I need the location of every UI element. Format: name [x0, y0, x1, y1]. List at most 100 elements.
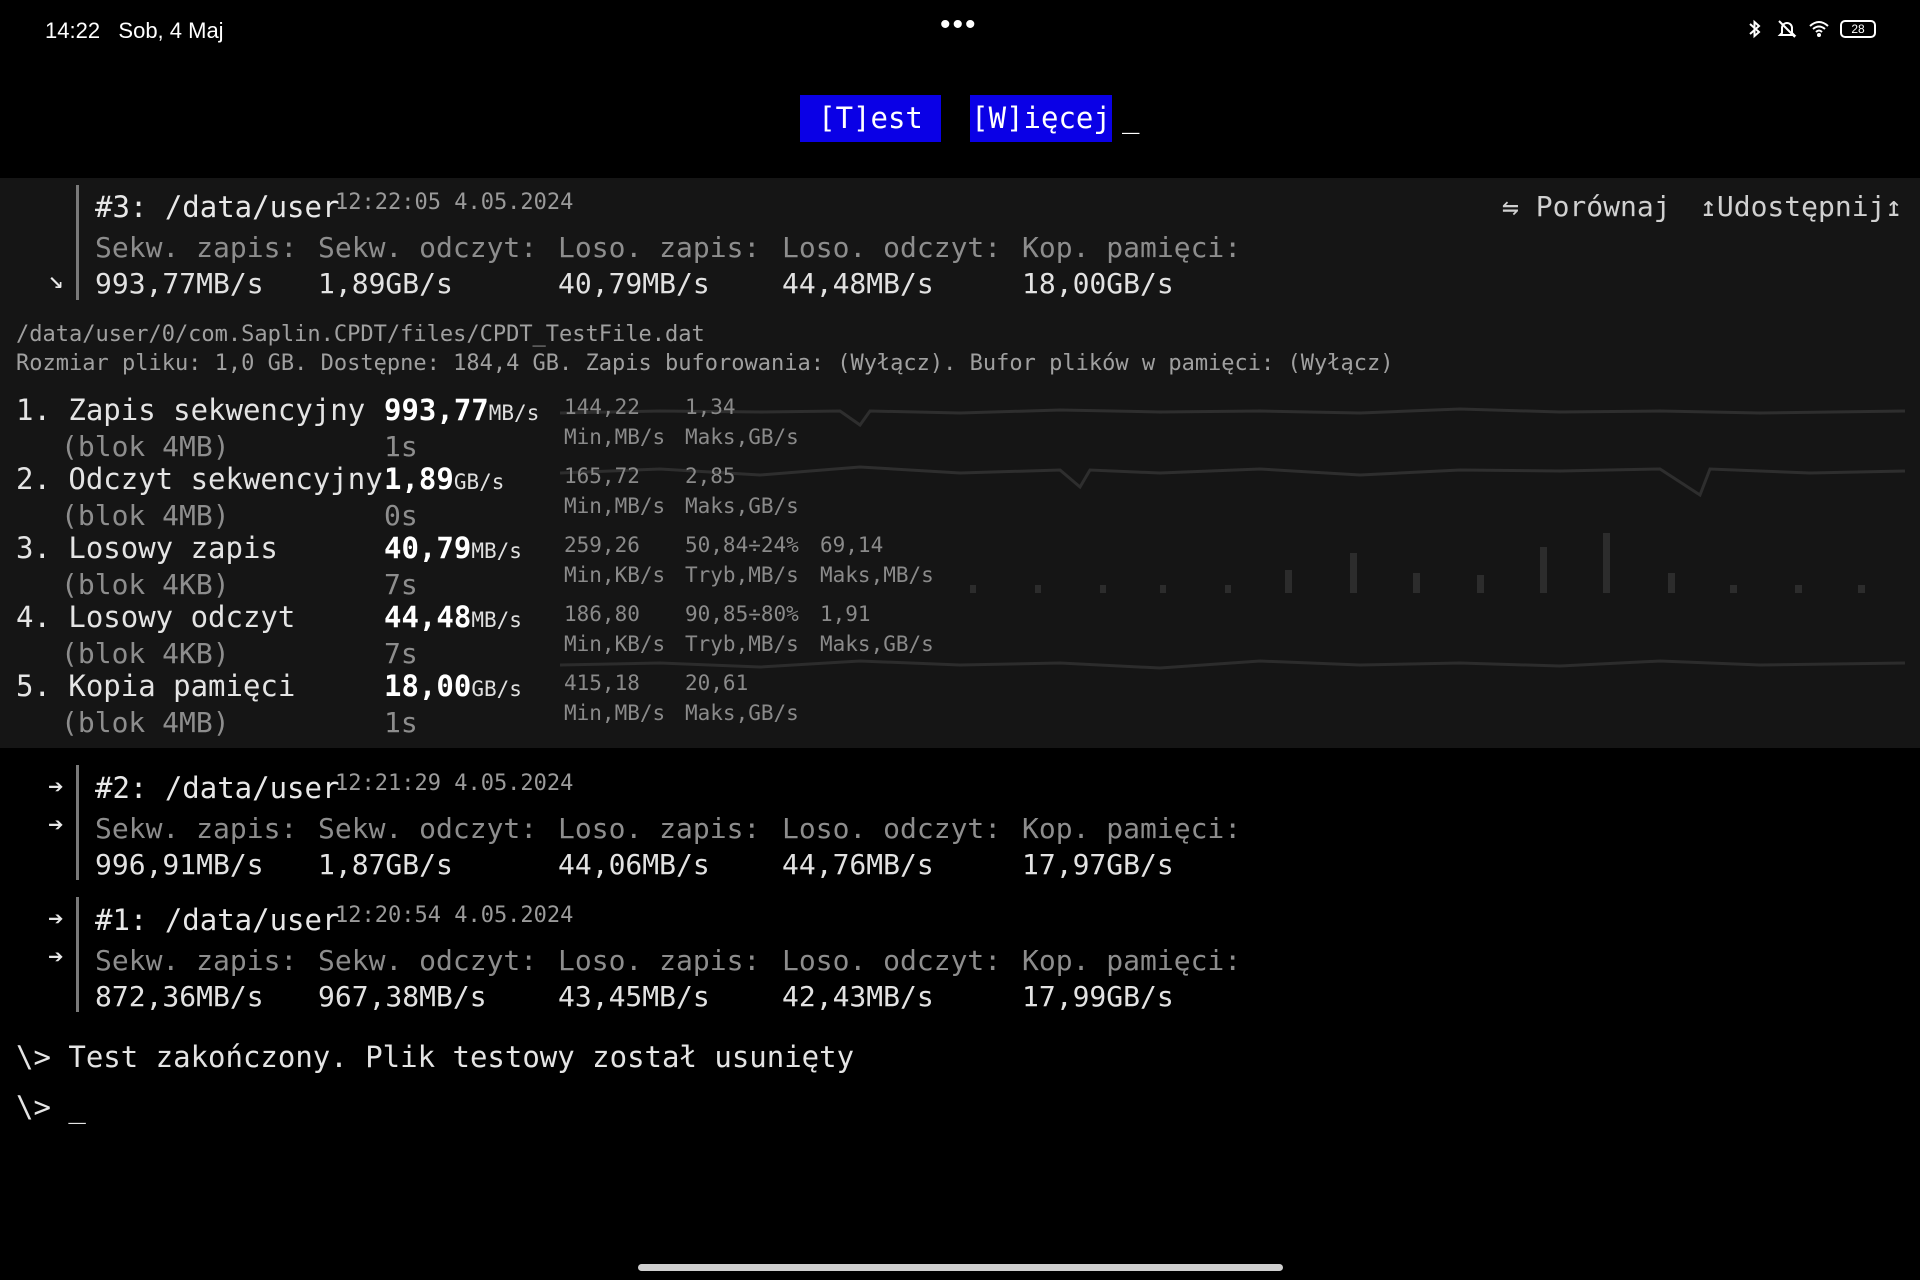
stat-value: 90,85÷80%: [685, 602, 799, 626]
result-label: Sekw. odczyt:: [318, 812, 538, 845]
more-button[interactable]: [W]ięcej: [970, 95, 1112, 142]
wifi-icon: [1809, 21, 1829, 37]
result-label: Sekw. zapis:: [95, 944, 298, 977]
test-name: 2. Odczyt sekwencyjny: [16, 462, 383, 496]
test-button[interactable]: [T]est: [800, 95, 941, 142]
result-value: 44,48MB/s: [782, 267, 934, 300]
result-label: Sekw. odczyt:: [318, 944, 538, 977]
expand-arrow-icon[interactable]: ➔: [48, 772, 64, 802]
toolbar-cursor: _: [1122, 100, 1140, 134]
result-value: 1,89GB/s: [318, 267, 453, 300]
test-value: 40,79MB/s: [384, 531, 522, 565]
stat-value: 20,61: [685, 671, 749, 695]
date: Sob, 4 Maj: [118, 18, 224, 43]
seq-read-graph: [560, 465, 1905, 498]
more-dots-icon[interactable]: •••: [940, 8, 978, 42]
result-label: Loso. odczyt:: [782, 812, 1002, 845]
stat-value: 1,34: [685, 395, 736, 419]
stat-label: Min,MB/s: [564, 425, 666, 449]
test-value: 44,48MB/s: [384, 600, 522, 634]
result-label: Sekw. odczyt:: [318, 231, 538, 264]
stat-value: 50,84÷24%: [685, 533, 799, 557]
compare-arrow-icon[interactable]: ➔: [48, 942, 64, 972]
battery-level: 28: [1851, 22, 1865, 36]
result-divider: [76, 765, 79, 880]
result-value: 43,45MB/s: [558, 980, 710, 1013]
result-label: Sekw. zapis:: [95, 231, 298, 264]
result-label: Loso. odczyt:: [782, 231, 1002, 264]
mute-bell-icon: [1777, 20, 1797, 38]
stat-value: 165,72: [564, 464, 640, 488]
result-label: Sekw. zapis:: [95, 812, 298, 845]
result-label: Loso. zapis:: [558, 944, 761, 977]
result-divider: [76, 185, 79, 300]
result-1-time: 12:20:54 4.05.2024: [335, 903, 574, 928]
bluetooth-icon: [1749, 19, 1761, 39]
stat-value: 144,22: [564, 395, 640, 419]
battery-icon: 28: [1840, 20, 1876, 38]
result-label: Kop. pamięci:: [1022, 231, 1242, 264]
test-block: (blok 4MB): [61, 706, 230, 739]
result-value: 1,87GB/s: [318, 848, 453, 881]
result-divider: [76, 897, 79, 1012]
stat-label: Min,MB/s: [564, 494, 666, 518]
share-button[interactable]: ↥Udostępnij↥: [1700, 190, 1902, 223]
result-label: Loso. zapis:: [558, 812, 761, 845]
test-block: (blok 4KB): [61, 637, 230, 670]
result-value: 996,91MB/s: [95, 848, 264, 881]
result-label: Kop. pamięci:: [1022, 944, 1242, 977]
test-name: 3. Losowy zapis: [16, 531, 278, 565]
file-details: Rozmiar pliku: 1,0 GB. Dostępne: 184,4 G…: [16, 351, 1394, 376]
result-label: Loso. zapis:: [558, 231, 761, 264]
console-prompt[interactable]: \> _: [16, 1090, 86, 1124]
result-value: 17,99GB/s: [1022, 980, 1174, 1013]
console-message: \> Test zakończony. Plik testowy został …: [16, 1040, 855, 1074]
test-duration: 1s: [384, 706, 418, 739]
result-label: Kop. pamięci:: [1022, 812, 1242, 845]
test-value: 993,77MB/s: [384, 393, 540, 427]
stat-label: Tryb,MB/s: [685, 632, 799, 656]
stat-label: Maks,GB/s: [820, 632, 934, 656]
home-indicator[interactable]: [638, 1264, 1283, 1271]
status-time: 14:22 Sob, 4 Maj: [45, 18, 224, 44]
result-3-title[interactable]: #3: /data/user: [95, 190, 339, 224]
stat-label: Min,MB/s: [564, 701, 666, 725]
collapse-arrow-icon[interactable]: ↘: [48, 265, 64, 295]
file-path: /data/user/0/com.Saplin.CPDT/files/CPDT_…: [16, 322, 705, 347]
stat-label: Min,KB/s: [564, 632, 666, 656]
stat-value: 69,14: [820, 533, 884, 557]
stat-value: 2,85: [685, 464, 736, 488]
test-block: (blok 4KB): [61, 568, 230, 601]
status-icons: 28: [1744, 18, 1876, 40]
result-value: 967,38MB/s: [318, 980, 487, 1013]
test-name: 4. Losowy odczyt: [16, 600, 296, 634]
compare-arrow-icon[interactable]: ➔: [48, 810, 64, 840]
random-write-graph: [970, 533, 1865, 593]
test-block: (blok 4MB): [61, 430, 230, 463]
stat-value: 186,80: [564, 602, 640, 626]
test-duration: 7s: [384, 568, 418, 601]
result-value: 42,43MB/s: [782, 980, 934, 1013]
stat-label: Min,KB/s: [564, 563, 666, 587]
result-value: 44,76MB/s: [782, 848, 934, 881]
result-label: Loso. odczyt:: [782, 944, 1002, 977]
expand-arrow-icon[interactable]: ➔: [48, 904, 64, 934]
result-value: 40,79MB/s: [558, 267, 710, 300]
result-value: 44,06MB/s: [558, 848, 710, 881]
stat-label: Maks,MB/s: [820, 563, 934, 587]
clock: 14:22: [45, 18, 101, 43]
stat-label: Tryb,MB/s: [685, 563, 799, 587]
result-value: 993,77MB/s: [95, 267, 264, 300]
stat-label: Maks,GB/s: [685, 494, 799, 518]
result-2-title[interactable]: #2: /data/user: [95, 771, 339, 805]
seq-write-graph: [560, 407, 1905, 428]
test-duration: 0s: [384, 499, 418, 532]
compare-button[interactable]: ⇋ Porównaj: [1502, 190, 1671, 223]
result-value: 17,97GB/s: [1022, 848, 1174, 881]
test-value: 1,89GB/s: [384, 462, 505, 496]
result-1-title[interactable]: #1: /data/user: [95, 903, 339, 937]
memory-copy-graph: [560, 659, 1905, 670]
test-block: (blok 4MB): [61, 499, 230, 532]
result-2-time: 12:21:29 4.05.2024: [335, 771, 574, 796]
result-value: 18,00GB/s: [1022, 267, 1174, 300]
